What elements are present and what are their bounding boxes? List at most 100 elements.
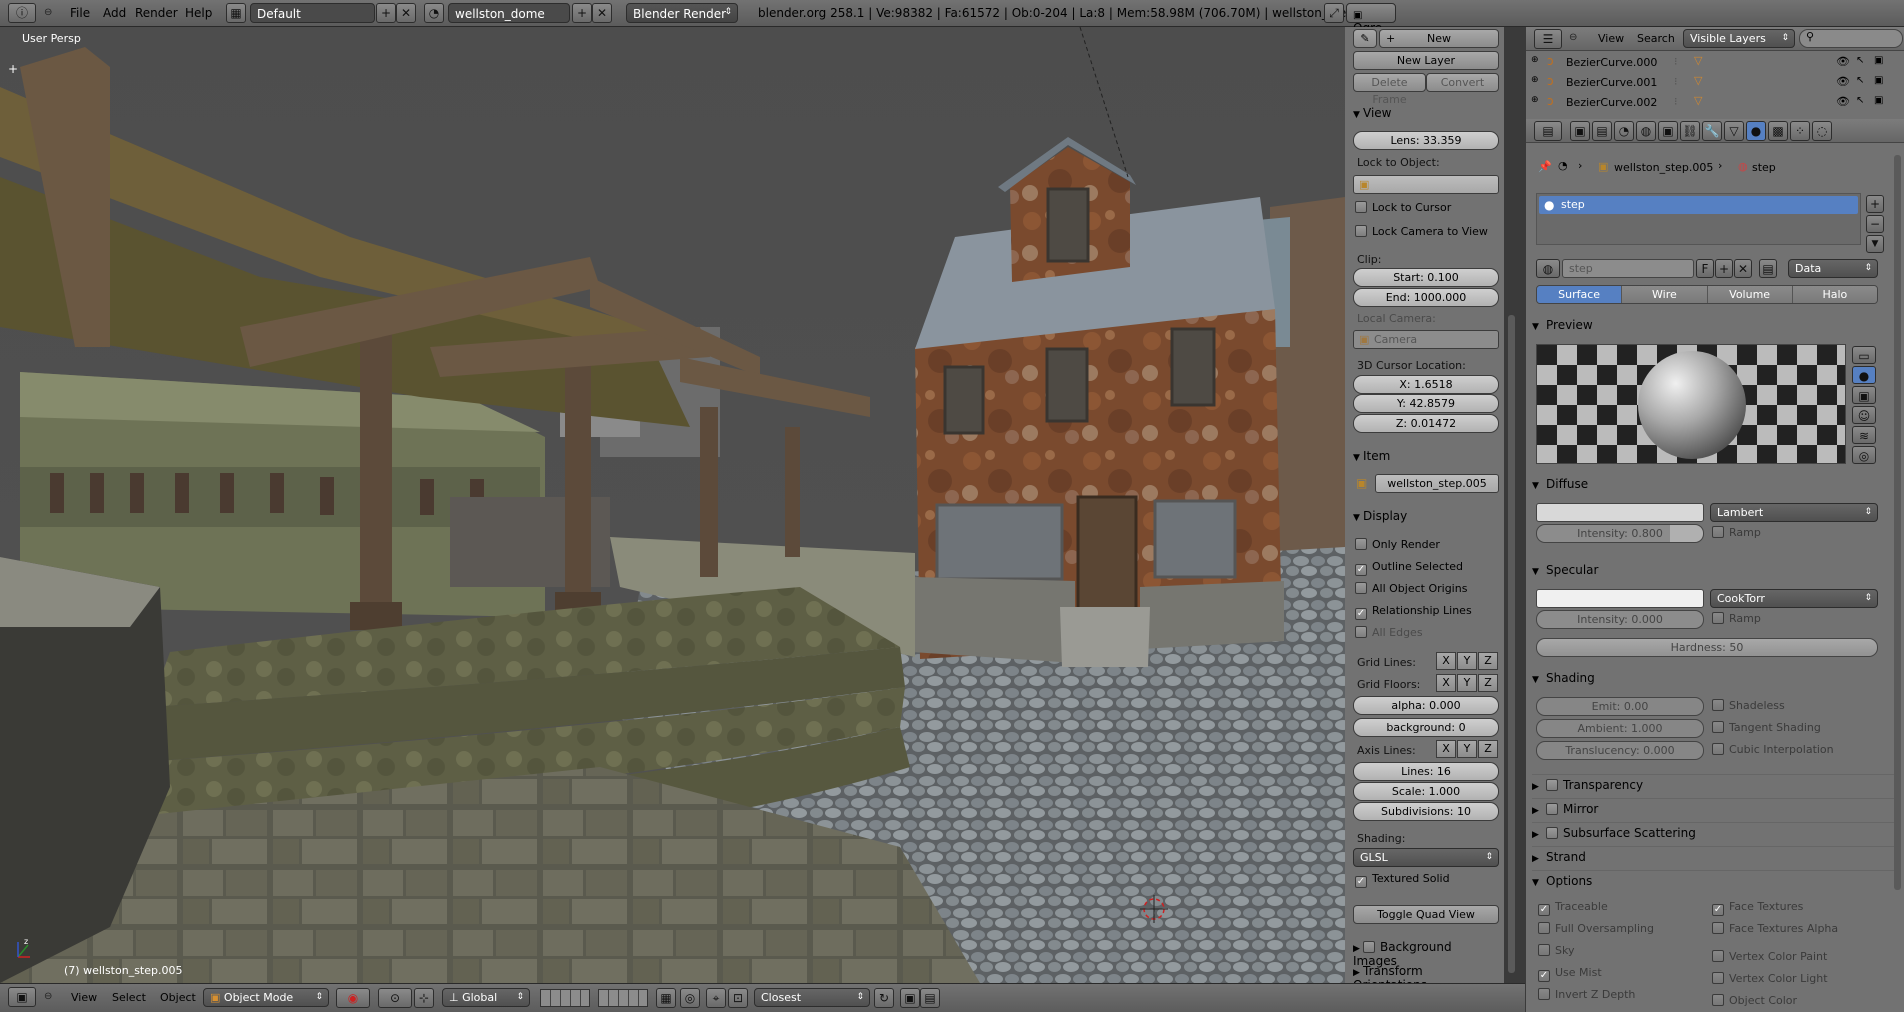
options-panel-header[interactable]: ▼ Options — [1532, 870, 1896, 892]
lock-object-field[interactable]: ▣ — [1353, 175, 1499, 194]
tangent-shading-checkbox[interactable]: Tangent Shading — [1712, 721, 1821, 734]
transparency-panel-header[interactable]: ▶ Transparency — [1532, 774, 1896, 796]
snap-target-dropdown[interactable]: Closest ⇕ — [754, 988, 870, 1007]
vertex-color-light-checkbox[interactable]: Vertex Color Light — [1712, 972, 1828, 985]
manipulator-icon[interactable]: ⊹ — [414, 988, 434, 1008]
shading-panel-header[interactable]: ▼ Shading — [1532, 671, 1896, 693]
strand-panel-header[interactable]: ▶ Strand — [1532, 846, 1896, 868]
snap-rotation-icon[interactable]: ↻ — [874, 988, 894, 1008]
lock-camera-checkbox[interactable]: Lock Camera to View — [1355, 225, 1488, 238]
mirror-panel-header[interactable]: ▶ Mirror — [1532, 798, 1896, 820]
material-link-dropdown[interactable]: Data ⇕ — [1788, 259, 1878, 278]
grid-floors-x-toggle[interactable]: X — [1436, 674, 1456, 692]
clip-end-field[interactable]: End: 1000.000 — [1353, 288, 1499, 307]
properties-scrollbar[interactable] — [1894, 155, 1901, 890]
collapse-menu-icon[interactable]: ⊖ — [1569, 32, 1577, 43]
relationship-lines-checkbox[interactable]: ✓ Relationship Lines — [1355, 604, 1472, 620]
diffuse-shader-dropdown[interactable]: Lambert ⇕ — [1710, 503, 1878, 522]
particles-tab-icon[interactable]: ⁘ — [1790, 121, 1810, 141]
toggle-quad-view-button[interactable]: Toggle Quad View — [1353, 905, 1499, 924]
screen-layout-icon[interactable]: ▦ — [226, 3, 246, 23]
outliner-row[interactable]: ⊕ ↄ BezierCurve.001 ⁝ ▽ 👁 ↖ ▣ — [1526, 74, 1904, 94]
pivot-point-icon[interactable]: ⊙ — [378, 988, 412, 1008]
unlink-material-icon[interactable]: ✕ — [1734, 259, 1752, 278]
grease-pencil-icon[interactable]: ✎ — [1353, 29, 1377, 48]
visibility-eye-icon[interactable]: 👁 — [1836, 55, 1850, 68]
grid-alpha-field[interactable]: alpha: 0.000 — [1353, 696, 1499, 715]
preview-monkey-icon[interactable]: ☺ — [1852, 406, 1876, 424]
axis-lines-x-toggle[interactable]: X — [1436, 740, 1456, 758]
display-panel-header[interactable]: ▼ Display — [1345, 505, 1505, 527]
full-oversampling-checkbox[interactable]: Full Oversampling — [1538, 922, 1654, 935]
grid-background-field[interactable]: background: 0 — [1353, 718, 1499, 737]
render-camera-icon[interactable]: ▣ — [1874, 75, 1883, 86]
outliner-view-menu[interactable]: View — [1598, 32, 1624, 45]
menu-add[interactable]: Add — [103, 6, 126, 20]
preview-cube-icon[interactable]: ▣ — [1852, 386, 1876, 404]
world-tab-icon[interactable]: ◍ — [1636, 121, 1656, 141]
tool-shelf-toggle-icon[interactable]: + — [8, 62, 18, 76]
local-camera-field[interactable]: ▣ Camera — [1353, 330, 1499, 349]
layer-buttons-right[interactable] — [598, 989, 648, 1007]
transform-orientations-header[interactable]: ▶Transform Orientations — [1345, 960, 1505, 992]
subsurface-panel-header[interactable]: ▶ Subsurface Scattering — [1532, 822, 1896, 844]
modifiers-tab-icon[interactable]: 🔧 — [1702, 121, 1722, 141]
constraints-tab-icon[interactable]: ⛓ — [1680, 121, 1700, 141]
new-layer-button[interactable]: New Layer — [1353, 51, 1499, 70]
material-slot-row[interactable]: ● step — [1539, 196, 1858, 214]
cursor-z-field[interactable]: Z: 0.01472 — [1353, 414, 1499, 433]
sky-checkbox[interactable]: Sky — [1538, 944, 1574, 957]
render-camera-icon[interactable]: ▣ — [1874, 95, 1883, 106]
physics-tab-icon[interactable]: ◌ — [1812, 121, 1832, 141]
remove-scene-icon[interactable]: ✕ — [592, 3, 612, 23]
new-material-icon[interactable]: + — [1715, 259, 1733, 278]
shadeless-checkbox[interactable]: Shadeless — [1712, 699, 1785, 712]
visibility-eye-icon[interactable]: 👁 — [1836, 75, 1850, 88]
outliner-editor-icon[interactable]: ☰ — [1534, 29, 1562, 49]
ambient-field[interactable]: Ambient: 1.000 — [1536, 719, 1704, 738]
opengl-anim-icon[interactable]: ▤ — [920, 988, 940, 1008]
snap-toggle-icon[interactable]: ⌖ — [706, 988, 726, 1008]
convert-button[interactable]: Convert — [1426, 73, 1499, 92]
texture-tab-icon[interactable]: ▩ — [1768, 121, 1788, 141]
grease-new-button[interactable]: + New — [1379, 29, 1499, 48]
invert-z-depth-checkbox[interactable]: Invert Z Depth — [1538, 988, 1635, 1001]
preview-sphere-icon[interactable]: ● — [1852, 366, 1876, 384]
select-arrow-icon[interactable]: ↖ — [1856, 55, 1864, 66]
transform-orientation-dropdown[interactable]: ⊥ Global ⇕ — [442, 988, 530, 1007]
only-render-checkbox[interactable]: Only Render — [1355, 538, 1440, 551]
grid-lines-z-toggle[interactable]: Z — [1478, 652, 1498, 670]
render-tab-icon[interactable]: ▣ — [1570, 121, 1590, 141]
proportional-edit-icon[interactable]: ◎ — [680, 988, 700, 1008]
use-mist-checkbox[interactable]: ✓ Use Mist — [1538, 966, 1602, 982]
3d-view-editor-icon[interactable]: ▣ — [8, 987, 36, 1007]
grid-lines-x-toggle[interactable]: X — [1436, 652, 1456, 670]
all-edges-checkbox[interactable]: All Edges — [1355, 626, 1423, 639]
diffuse-panel-header[interactable]: ▼ Diffuse — [1532, 477, 1896, 499]
viewport-shading-icon[interactable]: ◉ — [336, 988, 370, 1008]
material-slot-list[interactable]: ● step — [1536, 193, 1861, 245]
vertex-color-paint-checkbox[interactable]: Vertex Color Paint — [1712, 950, 1827, 963]
3d-viewport[interactable]: User Persp + z (7) wellston_step.005 — [0, 27, 1345, 983]
diffuse-ramp-checkbox[interactable]: Ramp — [1712, 526, 1761, 539]
object-tab-icon[interactable]: ▣ — [1658, 121, 1678, 141]
expand-icon[interactable]: ⊕ — [1531, 55, 1539, 65]
grid-lines-y-toggle[interactable]: Y — [1457, 652, 1477, 670]
pin-icon[interactable]: 📌 — [1538, 160, 1552, 173]
material-browse-icon[interactable]: ◍ — [1536, 259, 1560, 278]
emit-field[interactable]: Emit: 0.00 — [1536, 697, 1704, 716]
select-arrow-icon[interactable]: ↖ — [1856, 75, 1864, 86]
tab-halo[interactable]: Halo — [1791, 286, 1877, 303]
item-name-field[interactable]: wellston_step.005 — [1375, 474, 1499, 493]
grid-scale-field[interactable]: Scale: 1.000 — [1353, 782, 1499, 801]
textured-solid-checkbox[interactable]: ✓ Textured Solid — [1355, 872, 1450, 888]
grid-floors-y-toggle[interactable]: Y — [1457, 674, 1477, 692]
menu-file[interactable]: File — [70, 6, 90, 20]
specular-color-swatch[interactable] — [1536, 589, 1704, 608]
outliner-row[interactable]: ⊕ ↄ BezierCurve.002 ⁝ ▽ 👁 ↖ ▣ — [1526, 94, 1904, 114]
info-editor-type-icon[interactable]: ⓘ — [8, 3, 36, 23]
data-tab-icon[interactable]: ▽ — [1724, 121, 1744, 141]
preview-sky-icon[interactable]: ◎ — [1852, 446, 1876, 464]
outliner-search-field[interactable]: ⚲ — [1799, 29, 1903, 48]
shelf-scrollbar[interactable] — [1508, 315, 1515, 973]
